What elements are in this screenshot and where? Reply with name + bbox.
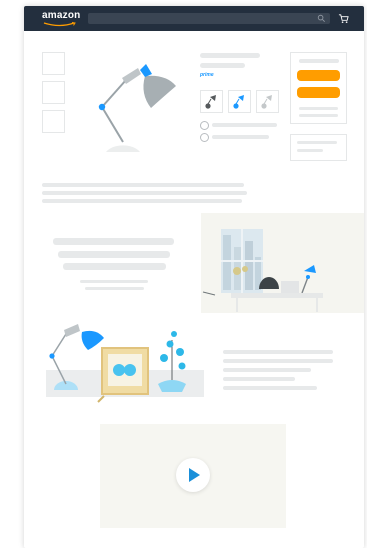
option-label-placeholder <box>212 135 269 139</box>
search-icon[interactable] <box>317 14 326 23</box>
option-radio[interactable] <box>200 121 209 130</box>
lamp-icon <box>261 95 272 109</box>
brand-heading-placeholder <box>63 263 166 270</box>
description-line-placeholder <box>42 199 242 203</box>
product-title-placeholder <box>200 53 260 58</box>
brand-caption-placeholder <box>85 287 144 290</box>
description-line-placeholder <box>42 191 247 195</box>
description-line-placeholder <box>42 183 244 187</box>
browser-frame: amazon prime <box>24 6 364 548</box>
buy-now-button[interactable] <box>297 87 340 98</box>
option-radio[interactable] <box>200 133 209 142</box>
search-input[interactable] <box>88 13 330 24</box>
play-button[interactable] <box>176 458 210 492</box>
product-thumbnail[interactable] <box>42 52 65 75</box>
lamp-icon <box>233 95 244 109</box>
lamp-neck <box>122 68 141 84</box>
price-placeholder <box>299 59 339 63</box>
product-image-lamp[interactable] <box>90 56 190 166</box>
prime-badge: prime <box>200 72 214 78</box>
lamp-base <box>106 145 140 152</box>
feature-line-placeholder <box>223 368 311 372</box>
feature-line-placeholder <box>223 386 317 390</box>
brand-caption-placeholder <box>80 280 148 283</box>
lifestyle-image <box>201 213 364 313</box>
feature-line-placeholder <box>223 350 333 354</box>
option-label-placeholder <box>212 123 277 127</box>
amazon-logo[interactable]: amazon <box>42 10 80 21</box>
product-subtitle-placeholder <box>200 63 245 68</box>
variant-option[interactable] <box>228 90 251 113</box>
room-scene-illustration <box>202 229 323 312</box>
seller-info-placeholder <box>299 114 338 117</box>
add-to-cart-button[interactable] <box>297 70 340 81</box>
lamp-arm-upper <box>101 79 127 108</box>
box-line-placeholder <box>297 149 323 152</box>
lamp-icon <box>205 95 216 109</box>
amazon-smile-icon <box>43 22 76 27</box>
brand-heading-placeholder <box>53 238 174 245</box>
amazon-header: amazon <box>24 6 364 31</box>
cart-icon[interactable] <box>338 13 349 24</box>
feature-line-placeholder <box>223 359 333 363</box>
lamp-joint <box>98 103 106 111</box>
variant-option[interactable] <box>200 90 223 113</box>
play-icon <box>189 468 200 482</box>
buy-box <box>290 52 347 124</box>
secondary-box <box>290 134 347 161</box>
lamp-arm-lower <box>101 106 124 143</box>
brand-heading-placeholder <box>58 251 170 258</box>
variant-option[interactable] <box>256 90 279 113</box>
feature-line-placeholder <box>223 377 295 381</box>
product-thumbnail[interactable] <box>42 110 65 133</box>
box-line-placeholder <box>297 141 337 144</box>
lamp-cap <box>140 64 152 77</box>
lamp-shade <box>143 75 176 108</box>
product-thumbnail[interactable] <box>42 81 65 104</box>
desk-scene-illustration <box>46 324 204 403</box>
delivery-info-placeholder <box>299 107 338 110</box>
